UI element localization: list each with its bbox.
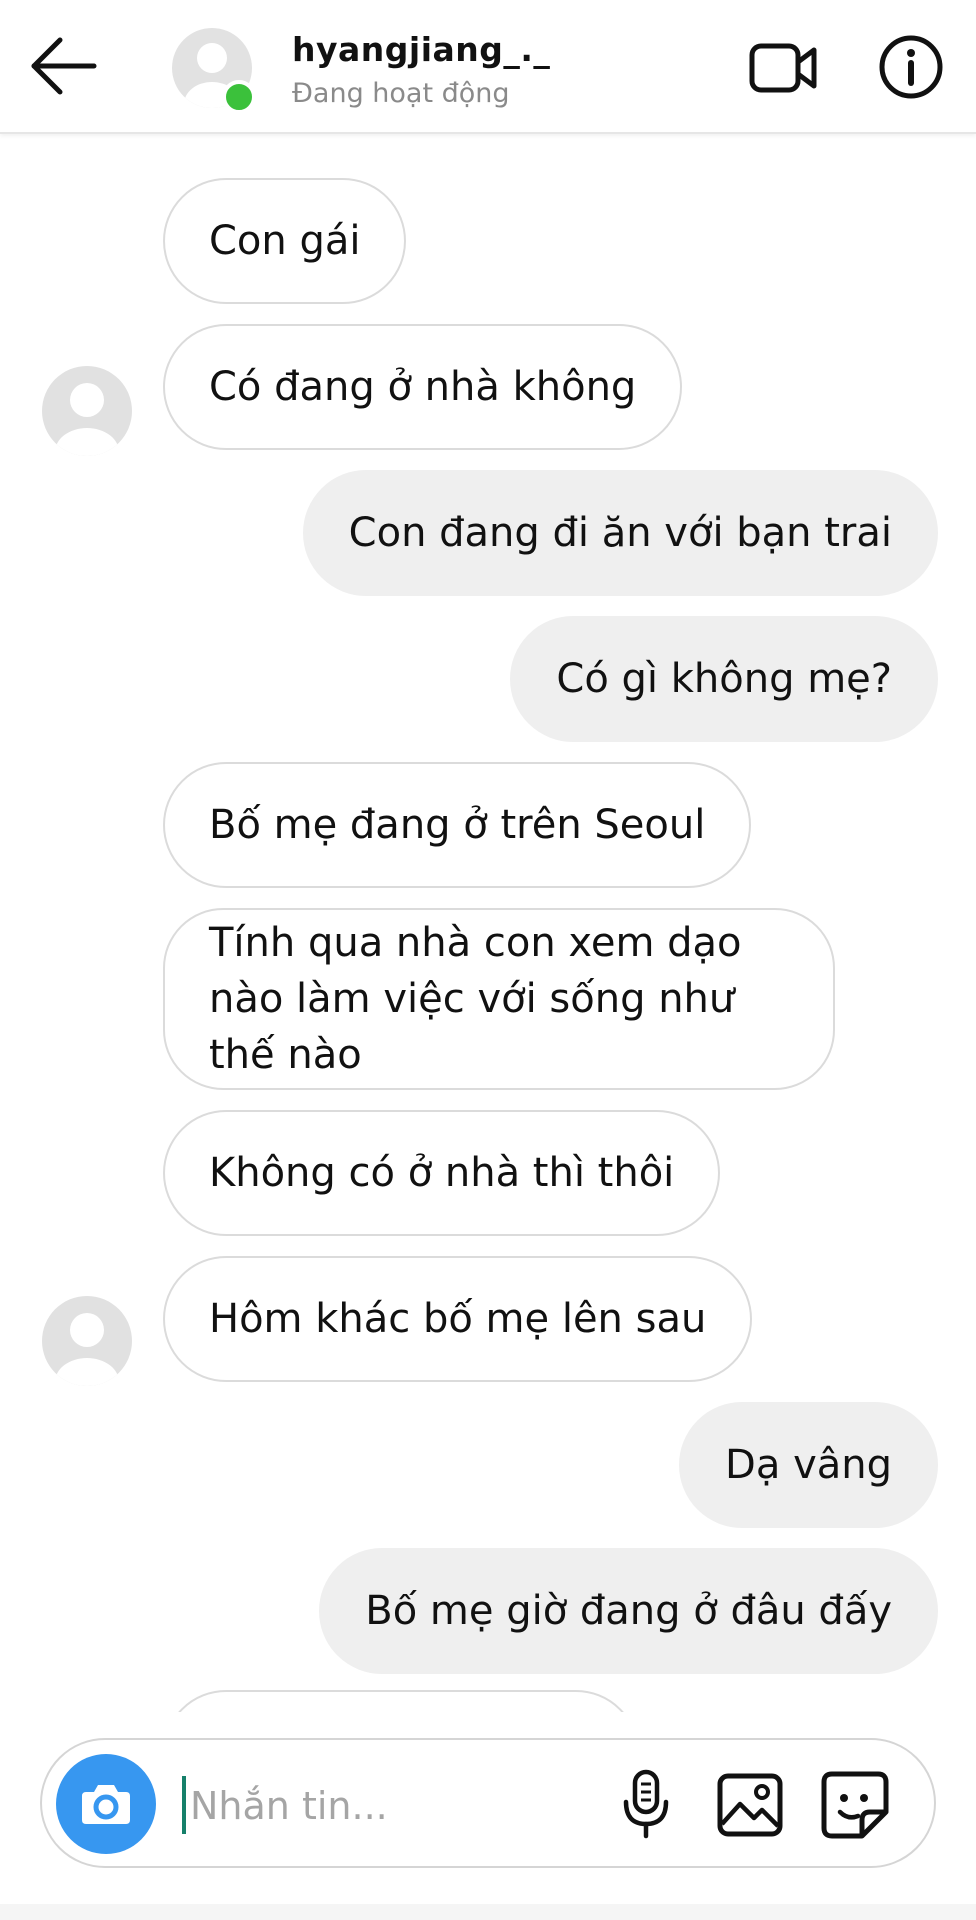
message-text: Dạ vâng	[725, 1442, 892, 1488]
message-bubble-outgoing[interactable]: Bố mẹ giờ đang ở đâu đấy	[319, 1548, 938, 1674]
info-icon	[879, 35, 943, 99]
sender-avatar[interactable]	[42, 366, 132, 456]
default-avatar-icon	[55, 383, 119, 456]
message-bubble-outgoing[interactable]: Con đang đi ăn với bạn trai	[302, 470, 938, 596]
voice-message-button[interactable]	[610, 1768, 682, 1840]
message-text: Tính qua nhà con xem dạo nào làm việc vớ…	[209, 920, 742, 1078]
active-status: Đang hoạt động	[292, 78, 510, 109]
info-button[interactable]	[878, 34, 944, 100]
message-thread[interactable]: Con gái Có đang ở nhà không Con đang đi …	[0, 132, 976, 1712]
default-avatar-icon	[55, 1313, 119, 1386]
message-text: Có gì không mẹ?	[556, 656, 892, 702]
message-text: Con đang đi ăn với bạn trai	[348, 510, 892, 556]
video-call-button[interactable]	[748, 40, 820, 96]
bottom-edge	[0, 1904, 976, 1920]
video-camera-icon	[749, 43, 817, 93]
camera-button[interactable]	[56, 1754, 156, 1854]
message-text: Bố mẹ giờ đang ở đâu đấy	[365, 1588, 892, 1634]
message-bubble-incoming[interactable]: Tính qua nhà con xem dạo nào làm việc vớ…	[163, 908, 835, 1090]
message-text: Không có ở nhà thì thôi	[209, 1150, 675, 1196]
message-text: Con gái	[209, 218, 361, 264]
sticker-button[interactable]	[818, 1768, 892, 1842]
message-input[interactable]	[188, 1770, 612, 1842]
gallery-button[interactable]	[714, 1770, 786, 1840]
image-gallery-icon	[717, 1773, 783, 1837]
arrow-left-icon	[31, 37, 97, 95]
message-composer	[40, 1738, 936, 1868]
contact-username[interactable]: hyangjiang_._	[292, 30, 550, 69]
message-bubble-incoming[interactable]: Bố mẹ đang ở trên Seoul	[163, 762, 752, 888]
message-bubble-incoming[interactable]: Không có ở nhà thì thôi	[163, 1110, 721, 1236]
chat-header: hyangjiang_._ Đang hoạt động	[0, 0, 976, 134]
online-status-dot	[222, 80, 256, 114]
message-bubble-incoming[interactable]: Con gái	[163, 178, 407, 304]
message-bubble-outgoing[interactable]: Dạ vâng	[679, 1402, 938, 1528]
sticker-icon	[821, 1771, 889, 1839]
message-bubble-outgoing[interactable]: Có gì không mẹ?	[510, 616, 938, 742]
message-bubble-incoming[interactable]: Có đang ở nhà không	[163, 324, 683, 450]
message-text: Bố mẹ đang ở trên Seoul	[209, 802, 706, 848]
text-caret	[182, 1776, 186, 1834]
back-button[interactable]	[28, 34, 98, 98]
message-text: Có đang ở nhà không	[209, 364, 637, 410]
message-bubble-incoming-partial[interactable]	[163, 1690, 639, 1712]
microphone-icon	[623, 1769, 669, 1839]
sender-avatar[interactable]	[42, 1296, 132, 1386]
message-text: Hôm khác bố mẹ lên sau	[209, 1296, 707, 1342]
message-bubble-incoming[interactable]: Hôm khác bố mẹ lên sau	[163, 1256, 753, 1382]
camera-icon	[82, 1785, 130, 1824]
